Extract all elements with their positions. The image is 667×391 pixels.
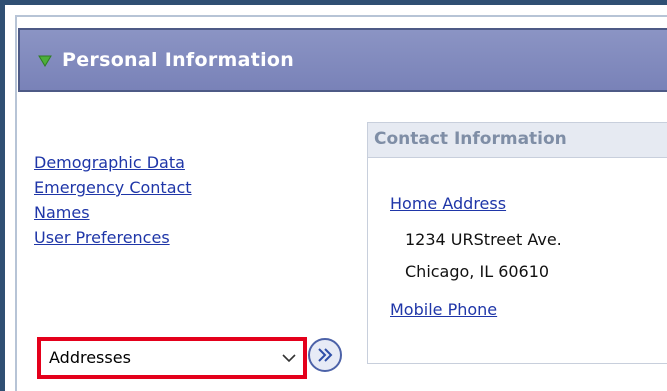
section-header[interactable]: Personal Information — [18, 28, 667, 92]
address-line-2: Chicago, IL 60610 — [405, 262, 550, 281]
double-chevron-right-icon — [318, 348, 333, 362]
link-emergency-contact[interactable]: Emergency Contact — [34, 175, 192, 200]
chevron-down-icon[interactable] — [281, 350, 297, 366]
link-user-preferences[interactable]: User Preferences — [34, 225, 192, 250]
link-demographic-data[interactable]: Demographic Data — [34, 150, 192, 175]
addresses-select[interactable]: Addresses — [37, 337, 307, 379]
home-address-link[interactable]: Home Address — [390, 194, 506, 213]
collapse-triangle-icon[interactable] — [38, 53, 52, 67]
personal-links: Demographic Data Emergency Contact Names… — [34, 150, 192, 250]
address-line-1: 1234 URStreet Ave. — [405, 230, 562, 249]
select-value: Addresses — [49, 348, 131, 367]
go-button[interactable] — [308, 338, 342, 372]
section-title: Personal Information — [62, 49, 295, 71]
link-names[interactable]: Names — [34, 200, 192, 225]
contact-heading: Contact Information — [367, 122, 667, 158]
mobile-phone-link[interactable]: Mobile Phone — [390, 300, 497, 319]
contact-box — [367, 158, 667, 364]
